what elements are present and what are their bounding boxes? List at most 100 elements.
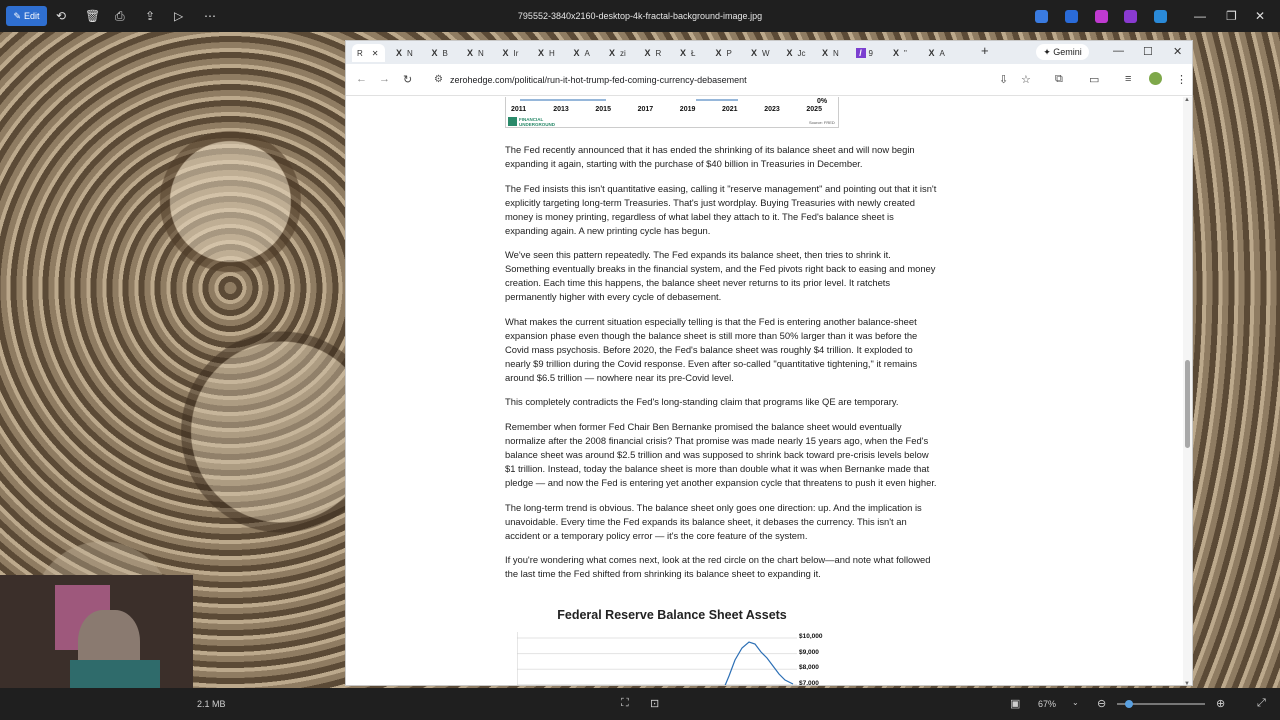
forward-icon[interactable]: → <box>379 73 390 85</box>
browser-tab[interactable]: XH <box>536 44 555 62</box>
balance-sheet-line <box>724 641 794 685</box>
back-icon[interactable]: ← <box>356 73 367 85</box>
maximize-icon[interactable]: ❐ <box>1226 6 1237 26</box>
browser-tab[interactable]: XN <box>465 44 484 62</box>
file-size: 2.1 MB <box>197 699 226 709</box>
browser-tab[interactable]: XN <box>394 44 413 62</box>
copilot-icon[interactable] <box>1035 10 1048 23</box>
browser-tab[interactable]: XA <box>572 44 589 62</box>
tab-label: R <box>655 48 662 58</box>
tab-label: N <box>407 48 413 58</box>
browser-tab[interactable]: X Ir <box>501 44 518 62</box>
tab-label: B <box>442 48 448 58</box>
new-tab-icon[interactable]: + <box>981 43 989 58</box>
close-icon[interactable]: ✕ <box>1255 6 1265 26</box>
tab-label: H <box>549 48 555 58</box>
gemini-label: Gemini <box>1053 47 1082 57</box>
zoom-slider[interactable] <box>1117 700 1205 708</box>
year-tick-label: 2019 <box>679 106 696 113</box>
scrollbar[interactable]: ▲ ▼ <box>1183 97 1192 685</box>
address-bar: ← → ↻ ⚙ zerohedge.com/political/run-it-h… <box>346 64 1192 96</box>
x-logo-icon: X <box>573 48 580 58</box>
onedrive-icon[interactable] <box>1154 10 1167 23</box>
url-input[interactable]: ⚙ zerohedge.com/political/run-it-hot-tru… <box>428 69 1078 91</box>
tab-close-icon[interactable]: ✕ <box>372 49 379 58</box>
browser-tab[interactable]: X " <box>891 44 907 62</box>
source-label: Source: FRED <box>809 120 835 125</box>
fullscreen-icon[interactable]: ⤢ <box>1257 697 1266 710</box>
x-logo-icon: X <box>750 48 757 58</box>
zoom-out-icon[interactable]: ⊖ <box>1097 697 1106 710</box>
tab-strip: R ✕ X N X B X N X Ir X H X A Xzi X R X Ł X P X W X Jc X N/9 X " X A … <box>346 41 1192 64</box>
browser-tab[interactable]: XP <box>714 44 732 62</box>
app-icon[interactable] <box>1065 10 1078 23</box>
extensions-icon[interactable]: ⧉ <box>1055 73 1063 86</box>
x-logo-icon: X <box>786 48 793 58</box>
app-icon[interactable] <box>1124 10 1137 23</box>
site-info-icon[interactable]: ⚙ <box>434 74 443 85</box>
browser-tab[interactable]: XŁ <box>678 44 695 62</box>
x-logo-icon: X <box>715 48 722 58</box>
brand-label: FINANCIAL UNDERGROUND <box>519 117 555 127</box>
sidepanel-icon[interactable]: ▭ <box>1089 73 1099 86</box>
minimize-icon[interactable]: — <box>1113 45 1124 57</box>
zoom-in-icon[interactable]: ⊕ <box>1216 697 1225 710</box>
reading-list-icon[interactable]: ≡ <box>1125 73 1131 85</box>
x-logo-icon: X <box>892 48 899 58</box>
year-tick-label: 2023 <box>764 106 780 113</box>
menu-icon[interactable]: ⋮ <box>1176 73 1187 86</box>
minimize-icon[interactable]: — <box>1194 6 1206 26</box>
year-tick-label: 2021 <box>722 106 738 113</box>
shirt <box>70 660 160 688</box>
tab-label: P <box>726 48 732 58</box>
gemini-button[interactable]: ✦ Gemini <box>1036 44 1089 60</box>
close-icon[interactable]: ✕ <box>1173 45 1182 58</box>
scroll-thumb[interactable] <box>1185 360 1190 448</box>
maximize-icon[interactable]: ☐ <box>1143 45 1153 58</box>
zoom-slider-thumb[interactable] <box>1125 700 1133 708</box>
reload-icon[interactable]: ↻ <box>403 73 412 86</box>
zoom-dropdown-icon[interactable]: ⌄ <box>1072 698 1079 707</box>
tab-active[interactable]: R ✕ <box>352 44 385 62</box>
tab-label: N <box>833 48 839 58</box>
x-logo-icon: X <box>466 48 473 58</box>
x-logo-icon: X <box>431 48 438 58</box>
profile-avatar[interactable] <box>1149 72 1162 85</box>
bookmark-star-icon[interactable]: ☆ <box>1021 73 1031 86</box>
url-text: zerohedge.com/political/run-it-hot-trump… <box>450 75 747 85</box>
browser-tab[interactable]: Xzi <box>607 44 626 62</box>
browser-tab[interactable]: XN <box>820 44 839 62</box>
y-tick-label: $9,000 <box>799 648 819 656</box>
file-title: 795552-3840x2160-desktop-4k-fractal-back… <box>517 11 763 21</box>
scroll-up-icon[interactable]: ▲ <box>1184 97 1190 103</box>
tab-label: Ł <box>691 48 696 58</box>
browser-tab[interactable]: XA <box>927 44 945 62</box>
year-tick-label: 2025 <box>806 106 822 113</box>
page-content[interactable]: 2011 2013 2015 2017 2019 2021 2023 2025 0% FINA… <box>346 97 1192 685</box>
tab-label: N <box>478 48 484 58</box>
tab-label: R <box>357 48 363 58</box>
x-logo-icon: X <box>502 48 509 58</box>
tab-label: " <box>904 48 907 58</box>
install-icon[interactable]: ⇩ <box>999 73 1008 86</box>
scroll-down-icon[interactable]: ▼ <box>1184 681 1190 685</box>
browser-tab[interactable]: XW <box>749 44 770 62</box>
app-icon[interactable] <box>1095 10 1108 23</box>
tab-label: W <box>762 48 770 58</box>
browser-window: R ✕ X N X B X N X Ir X H X A Xzi X R X Ł X P X W X Jc X N/9 X " X A … <box>345 40 1193 686</box>
browser-tab[interactable]: /9 <box>855 44 873 62</box>
browser-tab[interactable]: X Jc <box>785 44 805 62</box>
article-paragraph: The long-term trend is obvious. The bala… <box>505 501 922 541</box>
browser-tab[interactable]: XB <box>430 44 448 62</box>
crop-icon[interactable]: ⛶ <box>621 697 629 710</box>
x-logo-icon: X <box>537 48 544 58</box>
browser-tab[interactable]: XR <box>643 44 662 62</box>
x-logo-icon: X <box>821 48 828 58</box>
tab-label: A <box>939 48 945 58</box>
zoom-value[interactable]: 67% <box>1038 699 1056 709</box>
ocr-icon[interactable]: ⊡ <box>650 697 659 710</box>
tab-label: 9 <box>868 48 873 58</box>
article-paragraph: The Fed recently announced that it has e… <box>505 144 915 169</box>
fit-icon[interactable]: ▣ <box>1010 697 1020 710</box>
pct-label: 0% <box>817 98 828 105</box>
